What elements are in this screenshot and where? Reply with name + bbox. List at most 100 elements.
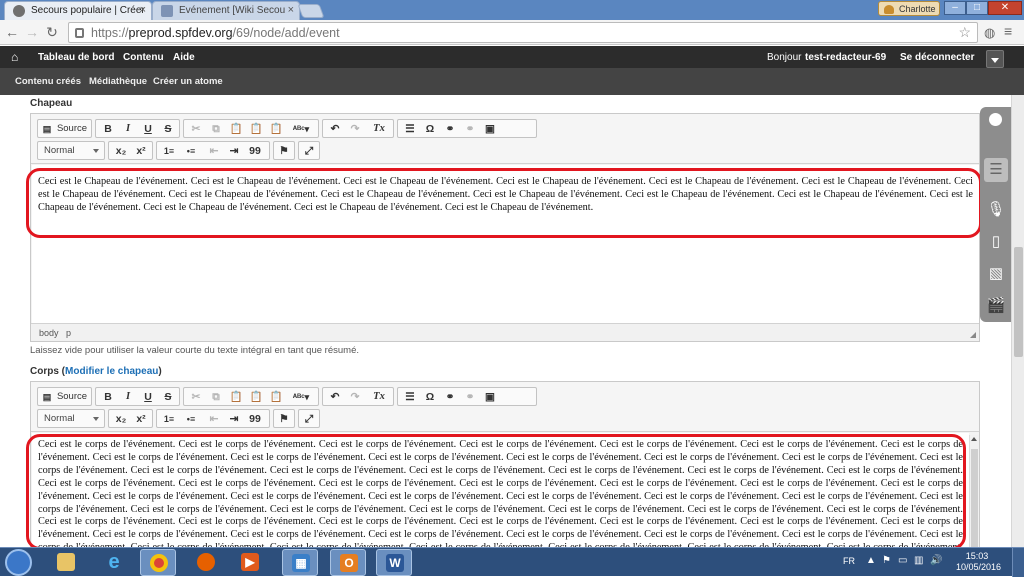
firefox-icon[interactable]	[188, 549, 224, 576]
language-indicator[interactable]: FR	[843, 556, 855, 566]
blockquote-button[interactable]: 99	[245, 143, 265, 159]
logout-link[interactable]: Se déconnecter	[900, 52, 974, 63]
indent-icon[interactable]: ⇥	[225, 411, 243, 427]
horizontal-rule-icon[interactable]: ☰	[402, 121, 418, 137]
strike-button[interactable]: S	[160, 389, 176, 405]
extension-icon[interactable]: ◍	[984, 25, 995, 41]
blockquote-button[interactable]: 99	[245, 411, 265, 427]
greeting-user[interactable]: test-redacteur-69	[805, 52, 886, 63]
paste-word-icon[interactable]: 📋	[268, 121, 284, 137]
link-icon[interactable]: ⚭	[442, 389, 458, 405]
paste-text-icon[interactable]: 📋	[248, 389, 264, 405]
outdent-icon[interactable]: ⇤	[205, 411, 223, 427]
link-icon[interactable]: ⚭	[442, 121, 458, 137]
spellcheck-icon[interactable]: ᴬᴮᶜ▾	[288, 389, 314, 405]
undo-icon[interactable]: ↶	[327, 389, 343, 405]
cut-icon[interactable]: ✂	[188, 121, 204, 137]
new-tab-button[interactable]	[297, 4, 325, 18]
anchor-flag-icon[interactable]: ⚑	[276, 411, 292, 427]
volume-icon[interactable]: 🔊	[930, 555, 942, 566]
superscript-button[interactable]: x²	[132, 143, 150, 159]
subscript-button[interactable]: x₂	[112, 143, 130, 159]
chrome-icon[interactable]	[140, 549, 176, 576]
redo-icon[interactable]: ↷	[347, 121, 363, 137]
maximize-button[interactable]: □	[966, 1, 988, 15]
indent-icon[interactable]: ⇥	[225, 143, 243, 159]
copy-icon[interactable]: ⧉	[208, 121, 224, 137]
admin-menu-toggle-button[interactable]	[986, 50, 1004, 68]
page-scroll-thumb[interactable]	[1014, 247, 1023, 357]
special-char-button[interactable]: Ω	[422, 121, 438, 137]
display-icon[interactable]: ▭	[898, 555, 907, 566]
format-select[interactable]: Normal	[37, 141, 105, 160]
action-center-flag-icon[interactable]: ⚑	[882, 555, 891, 566]
network-icon[interactable]: ▥	[914, 555, 923, 566]
source-button[interactable]: ▤ Source	[37, 387, 92, 406]
list-view-icon[interactable]: ☰	[984, 158, 1008, 182]
format-select[interactable]: Normal	[37, 409, 105, 428]
tab-evenement-wiki[interactable]: Evénement [Wiki Secou ×	[152, 1, 300, 20]
unlink-icon[interactable]: ⚭	[462, 389, 478, 405]
tray-chevron-up-icon[interactable]: ▲	[866, 555, 876, 566]
panel-toggle-icon[interactable]	[989, 113, 1002, 126]
add-video-icon[interactable]: 🎬	[984, 294, 1008, 318]
remove-format-button[interactable]: Tx	[369, 121, 389, 137]
italic-button[interactable]: I	[120, 121, 136, 137]
source-button[interactable]: ▤ Source	[37, 119, 92, 138]
word-icon[interactable]: W	[376, 549, 412, 576]
copy-icon[interactable]: ⧉	[208, 389, 224, 405]
shortcut-contenu-crees[interactable]: Contenu créés	[15, 76, 81, 87]
image-icon[interactable]: ▣	[482, 121, 498, 137]
cut-icon[interactable]: ✂	[188, 389, 204, 405]
chapeau-content-area[interactable]: Ceci est le Chapeau de l'événement. Ceci…	[32, 165, 979, 324]
outdent-icon[interactable]: ⇤	[205, 143, 223, 159]
bulleted-list-button[interactable]: •≡	[181, 143, 201, 159]
paste-icon[interactable]: 📋	[228, 389, 244, 405]
home-icon[interactable]: ⌂	[11, 50, 18, 64]
maximize-icon[interactable]: ⤢	[301, 143, 317, 159]
show-desktop-button[interactable]	[1012, 548, 1024, 577]
paste-text-icon[interactable]: 📋	[248, 121, 264, 137]
ie-icon[interactable]: e	[96, 549, 132, 576]
add-image-icon[interactable]: ▧	[984, 262, 1008, 286]
explorer-icon[interactable]	[48, 549, 84, 576]
add-audio-icon[interactable]: 🎙	[984, 198, 1008, 222]
maximize-icon[interactable]: ⤢	[301, 411, 317, 427]
start-button[interactable]	[5, 549, 32, 576]
admin-item-aide[interactable]: Aide	[173, 52, 195, 63]
image-icon[interactable]: ▣	[482, 389, 498, 405]
unlink-icon[interactable]: ⚭	[462, 121, 478, 137]
spellcheck-icon[interactable]: ᴬᴮᶜ▾	[288, 121, 314, 137]
superscript-button[interactable]: x²	[132, 411, 150, 427]
bookmark-star-icon[interactable]: ☆	[958, 24, 971, 41]
paste-icon[interactable]: 📋	[228, 121, 244, 137]
numbered-list-button[interactable]: 1≡	[159, 143, 179, 159]
admin-item-contenu[interactable]: Contenu	[123, 52, 164, 63]
anchor-flag-icon[interactable]: ⚑	[276, 143, 292, 159]
redo-icon[interactable]: ↷	[347, 389, 363, 405]
bold-button[interactable]: B	[100, 121, 116, 137]
strike-button[interactable]: S	[160, 121, 176, 137]
corps-editor-scrollbar[interactable]	[969, 435, 979, 547]
italic-button[interactable]: I	[120, 389, 136, 405]
edit-chapeau-link[interactable]: Modifier le chapeau	[65, 366, 158, 377]
underline-button[interactable]: U	[140, 121, 156, 137]
chrome-menu-icon[interactable]: ≡	[1004, 23, 1012, 39]
bold-button[interactable]: B	[100, 389, 116, 405]
tab-secours-populaire[interactable]: Secours populaire | Créer ×	[4, 1, 152, 20]
forward-arrow-icon[interactable]: →	[24, 24, 40, 40]
paste-word-icon[interactable]: 📋	[268, 389, 284, 405]
system-clock[interactable]: 15:03 10/05/2016	[956, 551, 1001, 573]
close-tab-icon[interactable]: ×	[140, 4, 146, 16]
page-scrollbar[interactable]	[1011, 95, 1024, 547]
address-bar[interactable]: https://preprod.spfdev.org/69/node/add/e…	[68, 22, 978, 43]
resize-grip-icon[interactable]	[970, 332, 976, 338]
browser-user-profile[interactable]: Charlotte	[878, 1, 940, 16]
minimize-button[interactable]: –	[944, 1, 966, 15]
corps-content-area[interactable]: Ceci est le corps de l'événement. Ceci e…	[32, 433, 969, 547]
back-arrow-icon[interactable]: ←	[4, 24, 20, 40]
corps-scroll-thumb[interactable]	[971, 449, 978, 547]
close-window-button[interactable]: ✕	[988, 1, 1022, 15]
calendar-icon[interactable]: ▦	[282, 549, 318, 576]
path-p[interactable]: p	[66, 328, 71, 338]
